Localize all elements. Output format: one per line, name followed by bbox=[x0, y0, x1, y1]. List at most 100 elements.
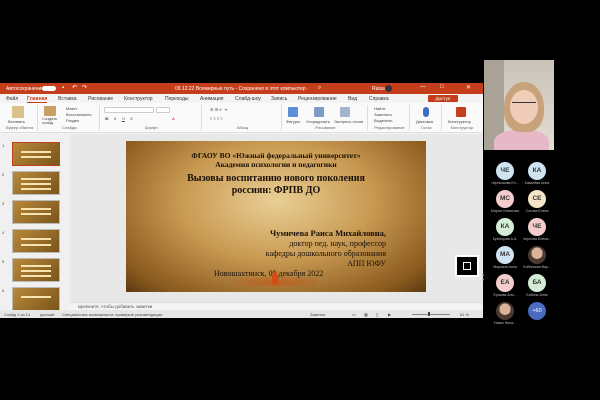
shapes-icon[interactable] bbox=[288, 107, 298, 117]
tab-view[interactable]: Вид bbox=[348, 96, 357, 102]
tab-design[interactable]: Конструктор bbox=[124, 96, 153, 102]
save-icon[interactable]: ▪ bbox=[62, 85, 68, 91]
bold-icon[interactable]: Ж bbox=[105, 116, 109, 121]
underline-icon[interactable]: Ч bbox=[122, 116, 125, 121]
zoom-slider-thumb[interactable] bbox=[428, 312, 430, 316]
layout-button[interactable]: Макет bbox=[66, 106, 77, 111]
slide-thumbnail[interactable] bbox=[12, 171, 60, 195]
arrange-icon[interactable] bbox=[314, 107, 324, 117]
thumbnail-row[interactable]: 1 bbox=[2, 142, 66, 170]
zoom-level[interactable]: 61 % bbox=[460, 312, 469, 317]
tab-help[interactable]: Справка bbox=[369, 96, 389, 102]
participant-tile[interactable]: КА Кавалёва Анна bbox=[522, 162, 552, 186]
slides-group: Создать слайд Макет Восстановить Раздел … bbox=[40, 105, 100, 131]
participant-tile[interactable]: ЧЕ Чернышова Ел... bbox=[490, 162, 520, 186]
tab-file[interactable]: Файл bbox=[6, 96, 18, 102]
slide-title-line1: Вызовы воспитанию нового поколения bbox=[187, 173, 365, 184]
maximize-button[interactable]: □ bbox=[440, 84, 444, 90]
tab-insert[interactable]: Вставка bbox=[58, 96, 77, 102]
tab-review[interactable]: Рецензирование bbox=[298, 96, 337, 102]
tab-slideshow[interactable]: Слайд-шоу bbox=[235, 96, 261, 102]
new-slide-label[interactable]: Создать слайд bbox=[42, 117, 64, 125]
menu-bar: Файл Главная Вставка Рисование Конструкт… bbox=[0, 94, 483, 103]
arrange-label[interactable]: Упорядочить bbox=[306, 119, 330, 124]
scroll-down-icon[interactable]: ▼ bbox=[481, 277, 485, 282]
quick-styles-icon[interactable] bbox=[340, 107, 350, 117]
font-label: Шрифт bbox=[144, 125, 159, 130]
section-button[interactable]: Раздел bbox=[66, 118, 79, 123]
speaker-face bbox=[510, 90, 538, 124]
current-slide[interactable]: ФГАОУ ВО «Южный федеральный университет»… bbox=[126, 141, 426, 292]
select-button[interactable]: Выделить bbox=[374, 118, 392, 123]
voice-label: Голос bbox=[421, 125, 432, 130]
close-button[interactable]: ✕ bbox=[466, 84, 471, 91]
new-slide-icon[interactable] bbox=[44, 106, 56, 116]
participant-name: Ершова Ани... bbox=[493, 293, 517, 297]
notes-pane[interactable]: Щелкните, чтобы добавить заметки bbox=[70, 302, 483, 310]
participant-tile[interactable]: Бобинская Вар... bbox=[522, 246, 552, 270]
language-indicator[interactable]: русский bbox=[40, 312, 54, 317]
participant-tile[interactable]: МС Мария Семенова bbox=[490, 190, 520, 214]
participant-tile[interactable]: БА Бобина Анна bbox=[522, 274, 552, 298]
notes-button[interactable]: Заметки bbox=[310, 312, 325, 317]
zoom-slider[interactable] bbox=[412, 313, 450, 315]
reset-button[interactable]: Восстановить bbox=[66, 112, 92, 117]
slide-thumbnail[interactable] bbox=[12, 142, 60, 166]
sorter-view-icon[interactable]: ▦ bbox=[364, 312, 368, 317]
user-avatar[interactable] bbox=[385, 85, 392, 92]
more-participants-button[interactable]: +60 bbox=[522, 302, 552, 326]
accessibility-status[interactable]: Специальные возможности: проверьте реком… bbox=[62, 312, 162, 317]
screen-share-focus-button[interactable] bbox=[455, 255, 479, 277]
font-color-icon[interactable]: A bbox=[172, 116, 175, 121]
dictate-label[interactable]: Диктовка bbox=[416, 119, 433, 124]
participant-tile[interactable]: ЧЕ Чернова Елена... bbox=[522, 218, 552, 242]
slide-thumbnail[interactable] bbox=[12, 287, 60, 311]
editing-label: Редактирование bbox=[374, 125, 405, 130]
slide-thumbnail[interactable] bbox=[12, 200, 60, 224]
paste-icon[interactable] bbox=[12, 106, 24, 118]
thumbnail-row[interactable]: 3 bbox=[2, 200, 66, 228]
slide-thumbnail[interactable] bbox=[12, 229, 60, 253]
designer-icon[interactable] bbox=[456, 107, 466, 117]
tab-draw[interactable]: Рисование bbox=[88, 96, 113, 102]
normal-view-icon[interactable]: ▭ bbox=[352, 312, 356, 317]
designer-ideas-label[interactable]: Конструктор bbox=[448, 119, 471, 124]
font-size-select[interactable] bbox=[156, 107, 170, 113]
search-icon[interactable]: ⌕ bbox=[318, 85, 324, 91]
speaker-video[interactable] bbox=[484, 60, 554, 150]
thumbnail-row[interactable]: 2 bbox=[2, 171, 66, 199]
minimize-button[interactable]: — bbox=[420, 84, 426, 90]
powerpoint-window: Автосохранение ▪ ↶ ↷ 09.12.22 Всемирные … bbox=[0, 83, 483, 318]
participant-tile[interactable]: ЕА Ершова Ани... bbox=[490, 274, 520, 298]
participant-tile[interactable]: СЕ Сотова Елена bbox=[522, 190, 552, 214]
reading-view-icon[interactable]: ▯ bbox=[376, 312, 378, 317]
strike-icon[interactable]: S bbox=[130, 116, 133, 121]
italic-icon[interactable]: К bbox=[114, 116, 116, 121]
undo-icon[interactable]: ↶ bbox=[72, 85, 78, 91]
redo-icon[interactable]: ↷ bbox=[82, 85, 88, 91]
thumbnail-row[interactable]: 5 bbox=[2, 258, 66, 286]
tab-animations[interactable]: Анимация bbox=[200, 96, 223, 102]
align-icon[interactable]: ≡ ≡ ≡ ≡ bbox=[210, 116, 223, 121]
font-name-select[interactable] bbox=[104, 107, 154, 113]
participant-tile[interactable]: Новик Нина... bbox=[490, 302, 520, 326]
slide-thumbnail[interactable] bbox=[12, 258, 60, 282]
share-button[interactable]: Доступ bbox=[428, 95, 458, 102]
thumbnail-row[interactable]: 4 bbox=[2, 229, 66, 257]
replace-button[interactable]: Заменить bbox=[374, 112, 392, 117]
find-button[interactable]: Найти bbox=[374, 106, 385, 111]
tab-transitions[interactable]: Переходы bbox=[165, 96, 188, 102]
tab-home[interactable]: Главная bbox=[27, 96, 48, 103]
shapes-label[interactable]: Фигуры bbox=[286, 119, 300, 124]
participant-name: Чернышова Ел... bbox=[491, 181, 519, 185]
bullets-icon[interactable]: ☰ ☰ ⇤ ⇥ bbox=[210, 107, 227, 112]
quick-styles-label[interactable]: Экспресс-стили bbox=[334, 119, 363, 124]
microphone-icon[interactable] bbox=[423, 107, 429, 117]
participant-scroll[interactable]: ▲ ▼ bbox=[481, 272, 485, 282]
participant-tile[interactable]: МА Маркина Анна bbox=[490, 246, 520, 270]
autosave-toggle[interactable] bbox=[42, 86, 56, 91]
participant-tile[interactable]: КА Кузнецова А.А. bbox=[490, 218, 520, 242]
paste-label[interactable]: Вставить bbox=[8, 119, 25, 124]
slideshow-view-icon[interactable]: ▶ bbox=[388, 312, 391, 317]
tab-record[interactable]: Запись bbox=[271, 96, 287, 102]
